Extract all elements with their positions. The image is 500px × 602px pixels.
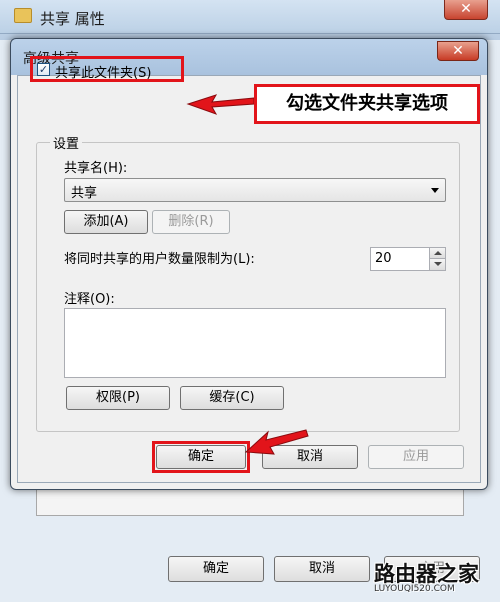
arrow-to-ok xyxy=(244,429,309,455)
annotation-callout: 勾选文件夹共享选项 xyxy=(254,84,480,124)
arrow-to-checkbox xyxy=(186,94,255,115)
watermark-sub-text: LUYOUQI520.COM xyxy=(374,584,455,594)
watermark-logo: 路由器之家 LUYOUQI520.COM xyxy=(370,558,496,598)
